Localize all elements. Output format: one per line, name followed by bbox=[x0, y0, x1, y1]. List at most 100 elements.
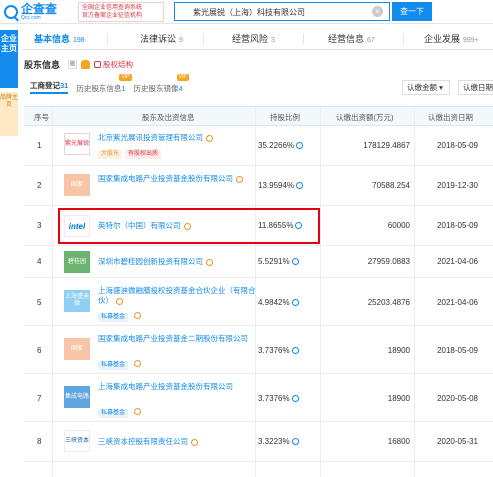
promo-badge: 全国企业信用查询系统 官方备案企业征信机构 bbox=[78, 2, 164, 22]
subscribed-date: 2018-05-09 bbox=[437, 221, 478, 230]
search-button[interactable]: 查一下 bbox=[392, 2, 432, 21]
company-logo: 上海盛迪微 bbox=[64, 290, 90, 312]
share-ratio: 35.2266% bbox=[258, 141, 304, 150]
subscribed-date: 2021-04-06 bbox=[437, 257, 478, 266]
side-tab-company-home[interactable]: 企业主页 bbox=[0, 30, 18, 88]
share-ratio: 3.7376% bbox=[258, 394, 299, 403]
tag-group: 私募基金 bbox=[98, 406, 142, 418]
tab-count: 67 bbox=[367, 37, 375, 44]
filter-subscribed-date[interactable]: 认缴日期 bbox=[458, 80, 493, 95]
shareholder-name-link[interactable]: 北京紫光展讯投资管理有限公司 bbox=[98, 133, 213, 143]
filter-subscribed-amount[interactable]: 认缴金额 ▾ bbox=[402, 80, 450, 95]
tab-development[interactable]: 企业发展 999+ bbox=[404, 28, 493, 50]
shareholder-name-link[interactable]: 深圳市碧桂园创新投资有限公司 bbox=[98, 257, 213, 267]
bell-icon[interactable] bbox=[81, 60, 90, 69]
subtab-registration[interactable]: 工商登记31 bbox=[30, 80, 69, 94]
shareholder-name-link[interactable]: 国家集成电路产业投资基金二期股份有限公司 bbox=[98, 334, 268, 344]
row-number: 1 bbox=[37, 141, 42, 150]
share-ratio-value: 13.9594% bbox=[258, 181, 295, 190]
share-ratio: 5.5291% bbox=[258, 257, 299, 266]
share-ratio-value: 5.5291% bbox=[258, 257, 290, 266]
side-tab-brand-home[interactable]: 品牌主页 bbox=[0, 92, 18, 136]
tag-private-fund[interactable]: 私募基金 bbox=[98, 361, 129, 370]
table-row: 5 上海盛迪微 上海盛迪微融膳投权投资基金合伙企业（有限合伙） 私募基金 4.9… bbox=[24, 278, 493, 326]
main-tabs: 基本信息 198 法律诉讼 9 经营风险 3 经营信息 67 企业发展 999+ bbox=[22, 28, 493, 50]
tab-count: 9 bbox=[179, 37, 183, 44]
subscribed-capital: 60000 bbox=[387, 221, 410, 230]
ratio-chart-icon[interactable] bbox=[291, 347, 299, 355]
tab-legal[interactable]: 法律诉讼 9 bbox=[108, 28, 204, 50]
row-number: 5 bbox=[37, 298, 42, 307]
subscribed-capital: 16800 bbox=[387, 437, 410, 446]
search-input[interactable]: 紫光展锐（上海）科技有限公司 × bbox=[174, 2, 390, 21]
shareholder-name-link[interactable]: 上海盛迪微融膳投权投资基金合伙企业（有限合伙） bbox=[98, 286, 258, 306]
ratio-chart-icon[interactable] bbox=[291, 258, 299, 266]
shareholder-name-link[interactable]: 三峡资本控股有限责任公司 bbox=[98, 437, 198, 447]
subtab-label: 工商登记 bbox=[30, 81, 60, 90]
ratio-chart-icon[interactable] bbox=[296, 142, 304, 150]
ratio-chart-icon[interactable] bbox=[291, 438, 299, 446]
subscribed-capital: 25203.4876 bbox=[367, 298, 410, 307]
company-logo: 紫光展锐 bbox=[64, 133, 90, 155]
search-value: 紫光展锐（上海）科技有限公司 bbox=[193, 8, 305, 17]
shareholder-name-link[interactable]: 上海集成电路产业投资基金股份有限公司 bbox=[98, 382, 258, 392]
ratio-chart-icon[interactable] bbox=[291, 395, 299, 403]
share-ratio: 13.9594% bbox=[258, 181, 304, 190]
tag-group: 私募基金 bbox=[98, 358, 142, 370]
company-logo: 集成电路 bbox=[64, 386, 90, 408]
share-ratio-value: 4.9842% bbox=[258, 298, 290, 307]
export-icon[interactable]: ▦ bbox=[68, 60, 77, 69]
tag-private-fund[interactable]: 私募基金 bbox=[98, 313, 129, 322]
subscribed-capital: 18900 bbox=[387, 394, 410, 403]
company-logo: 三峡资本 bbox=[64, 430, 90, 452]
tab-label: 企业发展 bbox=[424, 34, 461, 44]
person-icon[interactable] bbox=[134, 408, 142, 416]
subscribed-capital: 178129.4867 bbox=[363, 141, 410, 150]
table-header: 序号 股东及出资信息 持股比例 认缴出资额(万元) 认缴出资日期 bbox=[24, 106, 493, 126]
person-icon[interactable] bbox=[191, 438, 198, 446]
tab-risk[interactable]: 经营风险 3 bbox=[204, 28, 304, 50]
share-ratio-value: 3.7376% bbox=[258, 346, 290, 355]
ratio-chart-icon[interactable] bbox=[296, 182, 304, 190]
person-icon[interactable] bbox=[134, 312, 142, 320]
company-logo: 国家 bbox=[64, 338, 90, 360]
subscribed-date: 2018-05-09 bbox=[437, 141, 478, 150]
share-ratio-value: 3.3223% bbox=[258, 437, 290, 446]
shareholder-name-link[interactable]: 国家集成电路产业投资基金股份有限公司 bbox=[98, 174, 268, 184]
subtab-history-shareholders[interactable]: 历史股东信息1 VIP bbox=[76, 74, 132, 94]
tag-equity-pledge[interactable]: 有股权出质 bbox=[125, 150, 162, 159]
col-header-shareholder: 股东及出资信息 bbox=[142, 113, 195, 122]
subscribed-date: 2019-12-30 bbox=[437, 181, 478, 190]
ratio-chart-icon[interactable] bbox=[291, 299, 299, 307]
subscribed-date: 2018-05-09 bbox=[437, 346, 478, 355]
col-header-date[interactable]: 认缴出资日期 bbox=[428, 112, 473, 123]
row-number: 4 bbox=[37, 257, 42, 266]
person-icon[interactable] bbox=[206, 134, 213, 142]
promo-line-1: 全国企业信用查询系统 bbox=[82, 5, 143, 11]
subtab-count: 4 bbox=[178, 84, 183, 93]
col-header-ratio[interactable]: 持股比例 bbox=[270, 112, 300, 123]
shareholder-name: 国家集成电路产业投资基金二期股份有限公司 bbox=[98, 334, 248, 343]
subscribed-date: 2020-05-08 bbox=[437, 394, 478, 403]
equity-structure-link[interactable]: 股权结构 bbox=[94, 59, 133, 70]
subtab-history-mirror[interactable]: 历史股东镜像4 VIP bbox=[134, 74, 189, 94]
tab-operation[interactable]: 经营信息 67 bbox=[304, 28, 404, 50]
tab-label: 经营信息 bbox=[328, 34, 365, 44]
share-ratio: 4.9842% bbox=[258, 298, 299, 307]
clear-icon[interactable]: × bbox=[372, 6, 383, 17]
person-icon[interactable] bbox=[116, 297, 123, 305]
subtab-label: 历史股东信息 bbox=[76, 84, 122, 93]
col-header-no: 序号 bbox=[34, 113, 49, 122]
person-icon[interactable] bbox=[236, 175, 243, 183]
subscribed-capital: 70588.254 bbox=[372, 181, 410, 190]
shareholder-name: 深圳市碧桂园创新投资有限公司 bbox=[98, 257, 203, 266]
tag-private-fund[interactable]: 私募基金 bbox=[98, 409, 129, 418]
shareholder-subtabs: 工商登记31 历史股东信息1 VIP 历史股东镜像4 VIP bbox=[30, 74, 189, 94]
qcc-logo[interactable]: 企查查 Qcc.com bbox=[4, 3, 57, 21]
col-header-capital[interactable]: 认缴出资额(万元) bbox=[336, 112, 394, 123]
person-icon[interactable] bbox=[134, 360, 142, 368]
person-icon[interactable] bbox=[206, 258, 213, 266]
row-number: 2 bbox=[37, 181, 42, 190]
tab-basic-info[interactable]: 基本信息 198 bbox=[22, 28, 108, 50]
table-row: 4 碧桂园 深圳市碧桂园创新投资有限公司 5.5291% 27959.0883 … bbox=[24, 246, 493, 278]
